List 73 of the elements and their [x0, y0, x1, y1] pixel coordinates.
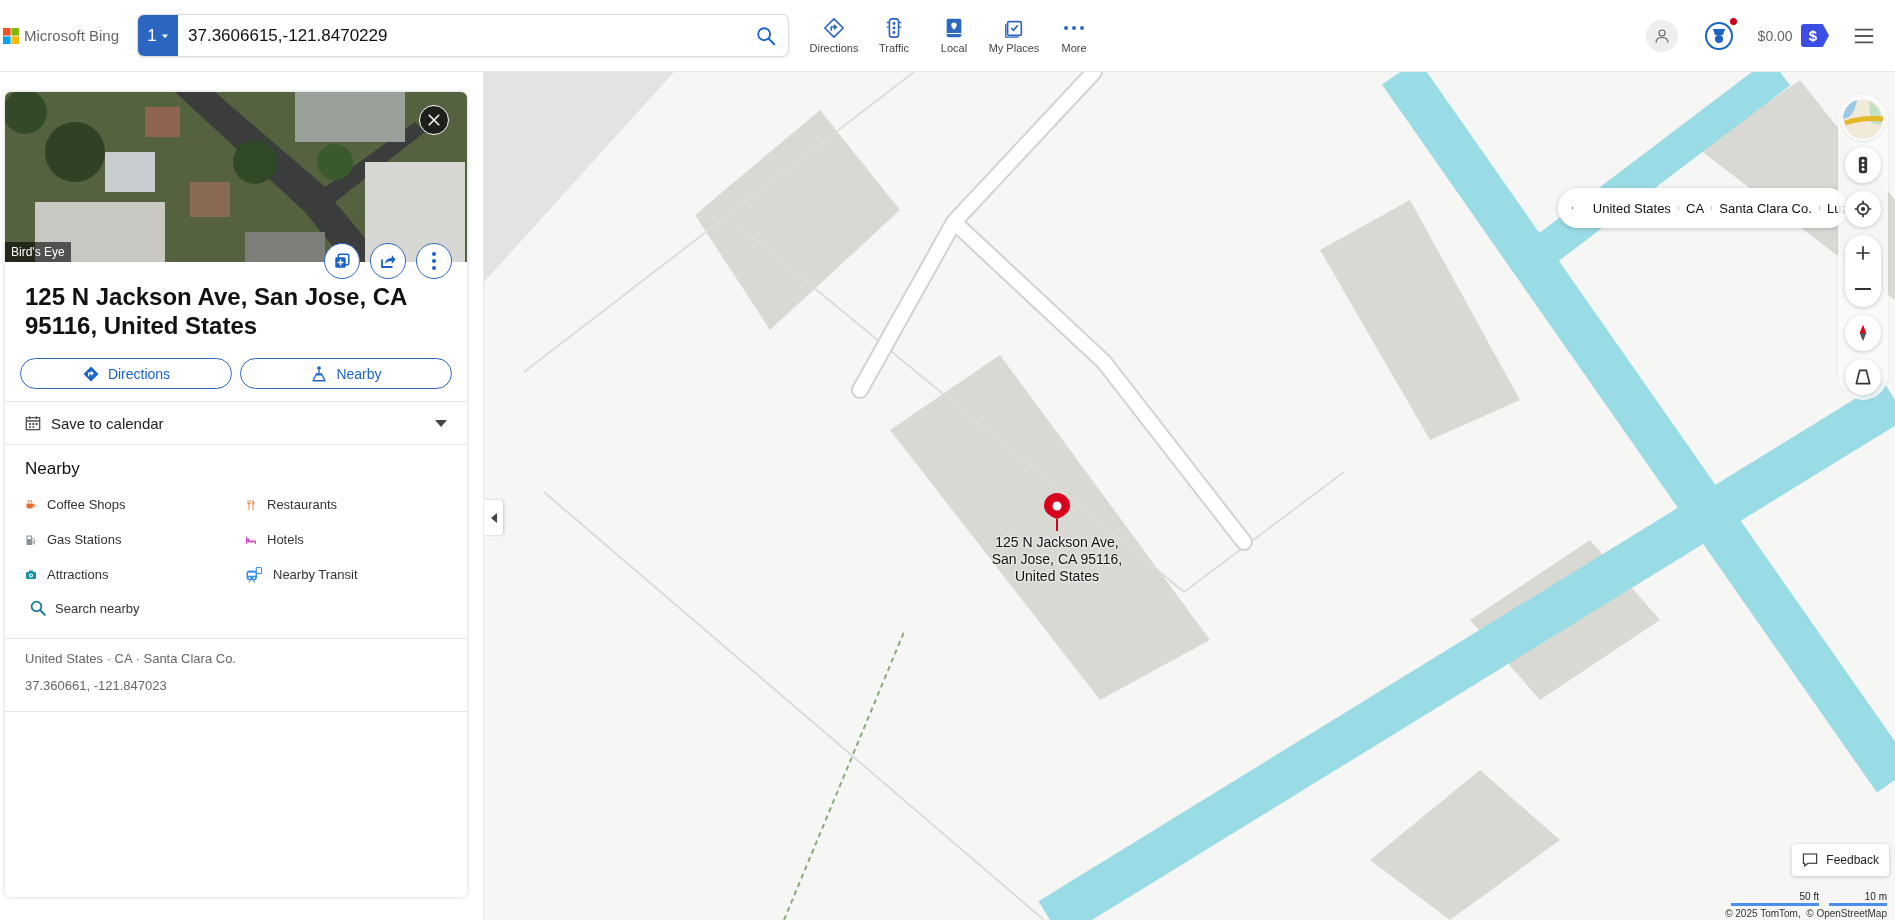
minus-icon: [1855, 288, 1871, 290]
breadcrumb-link[interactable]: United States: [1592, 200, 1671, 216]
windows-logo-icon[interactable]: [3, 27, 19, 44]
locate-me-button[interactable]: [1845, 191, 1881, 227]
share-button[interactable]: [370, 243, 406, 279]
fuel-pump-icon: [25, 533, 37, 546]
search-field[interactable]: 37.3606615,-121.8470229: [178, 15, 744, 56]
plus-icon: [1853, 243, 1873, 263]
bus-icon: [245, 565, 263, 584]
breadcrumb-link[interactable]: CA: [1686, 200, 1705, 216]
category-link[interactable]: Hotels: [245, 522, 445, 557]
profile-button[interactable]: [1645, 19, 1678, 52]
section-heading: Nearby: [25, 459, 81, 479]
person-pin-icon: [310, 364, 329, 383]
balance-text: $0.00: [1757, 27, 1793, 44]
coffee-cup-icon: [25, 498, 37, 511]
nav-button[interactable]: Directions: [806, 17, 862, 54]
directions-icon: [823, 17, 845, 39]
save-to-calendar-button[interactable]: Save to calendar: [5, 402, 467, 444]
collapse-panel-button[interactable]: [484, 500, 503, 535]
category-link[interactable]: Coffee Shops: [25, 487, 245, 522]
category-link[interactable]: Attractions: [25, 557, 245, 592]
separator-icon: [1818, 206, 1821, 210]
camera-icon: [25, 568, 37, 581]
logo-text[interactable]: Microsoft Bing: [24, 27, 120, 44]
category-link[interactable]: Gas Stations: [25, 522, 245, 557]
location-path: United States · CA · Santa Clara Co.: [25, 650, 237, 668]
fork-knife-icon: [245, 498, 257, 511]
scale-bar: [1829, 903, 1887, 906]
tab-count-button[interactable]: 1: [138, 15, 178, 56]
breadcrumb-link[interactable]: Santa Clara Co.: [1719, 200, 1812, 216]
nav-button[interactable]: Local: [926, 17, 982, 54]
map-thumbnail-icon: [1843, 99, 1883, 139]
category-link[interactable]: Nearby Transit: [245, 557, 445, 592]
calendar-icon: [25, 415, 41, 431]
person-icon: [1652, 26, 1671, 45]
separator-icon: [1677, 206, 1680, 210]
scale-label: 50 ft: [1799, 891, 1819, 903]
place-title: 125 N Jackson Ave, San Jose, CA 95116, United States: [25, 282, 408, 340]
copyright-text: © 2025 TomTom, © OpenStreetMap: [1725, 908, 1887, 919]
collection-plus-icon: [333, 252, 351, 270]
compass-button[interactable]: [1845, 315, 1881, 351]
more-vertical-icon: [432, 252, 436, 270]
nav-button[interactable]: Traffic: [866, 17, 922, 54]
directions-icon: [81, 364, 100, 383]
add-to-collection-button[interactable]: [324, 243, 360, 279]
medal-icon: [1703, 20, 1734, 51]
tilt-button[interactable]: [1845, 359, 1881, 395]
traffic-button[interactable]: [1845, 147, 1881, 183]
more-icon: [1064, 26, 1084, 30]
coordinates-text: 37.360661, -121.847023: [25, 677, 168, 695]
caret-icon: [490, 512, 497, 523]
speech-bubble-icon: [1802, 852, 1819, 868]
photo-label[interactable]: Bird's Eye: [5, 242, 71, 262]
nav-button[interactable]: More: [1046, 17, 1102, 54]
separator-icon: [1711, 206, 1713, 210]
location-pin-icon: [1043, 493, 1071, 531]
scale-label: 10 m: [1864, 891, 1887, 903]
rewards-button[interactable]: [1703, 20, 1734, 51]
caret-icon: [435, 419, 447, 427]
search-nearby-link[interactable]: Search nearby: [29, 592, 140, 624]
search-icon: [755, 24, 777, 47]
nav-button[interactable]: My Places: [986, 17, 1042, 54]
search-icon: [29, 599, 47, 617]
close-icon: [425, 111, 443, 129]
currency-badge[interactable]: $: [1800, 24, 1829, 47]
feedback-button[interactable]: Feedback: [1792, 844, 1889, 876]
category-link[interactable]: Restaurants: [245, 487, 445, 522]
trapezoid-icon: [1853, 367, 1873, 387]
more-options-button[interactable]: [416, 243, 452, 279]
caret-icon: [160, 32, 169, 39]
pin-label: 125 N Jackson Ave, San Jose, CA 95116, United States: [990, 534, 1124, 585]
crosshair-icon: [1853, 199, 1873, 219]
